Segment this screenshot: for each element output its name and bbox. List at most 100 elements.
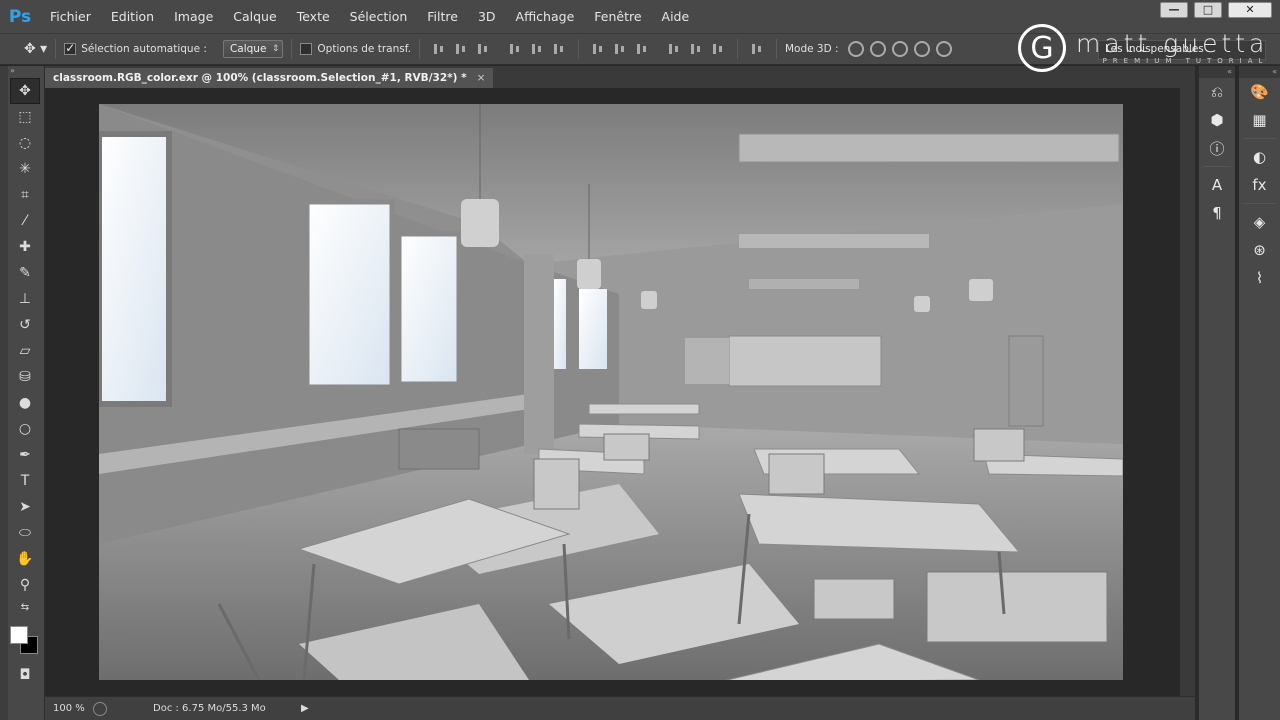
align-vcenter-icon[interactable] [454, 42, 468, 56]
panel-separator [1203, 166, 1231, 167]
adjustments-panel-icon[interactable]: ◐ [1239, 143, 1280, 171]
properties-3d-panel-icon[interactable]: ⬢ [1199, 106, 1235, 134]
dodge-tool-icon[interactable]: ○ [10, 416, 40, 442]
info-panel-icon[interactable]: ⓘ [1199, 134, 1235, 162]
divider [291, 39, 293, 59]
eraser-tool-icon[interactable]: ▱ [10, 338, 40, 364]
brush-tool-icon[interactable]: ✎ [10, 260, 40, 286]
classroom-render [99, 104, 1123, 680]
character-panel-icon[interactable]: A [1199, 171, 1235, 199]
brand-logo: G [1018, 24, 1066, 72]
ellipse-tool-icon[interactable]: ⬭ [10, 520, 40, 546]
mode3d-label: Mode 3D : [784, 43, 839, 55]
align-hcenter-icon[interactable] [530, 42, 544, 56]
align-left-icon[interactable] [508, 42, 522, 56]
canvas-area[interactable] [45, 88, 1180, 696]
panel-separator [1243, 203, 1276, 204]
marquee-tool-icon[interactable]: ⬚ [10, 104, 40, 130]
color-panel-icon[interactable]: 🎨 [1239, 78, 1280, 106]
menu-aide[interactable]: Aide [652, 0, 700, 33]
zoom-level[interactable]: 100 % [45, 703, 93, 714]
stamp-tool-icon[interactable]: ⊥ [10, 286, 40, 312]
brand-watermark: G matt guetta PREMIUM TUTORIAL [1018, 24, 1268, 72]
type-tool-icon[interactable]: T [10, 468, 40, 494]
close-button[interactable]: ✕ [1228, 2, 1272, 18]
status-bar: 100 % Doc : 6.75 Mo/55.3 Mo ▶ [45, 696, 1195, 720]
crop-tool-icon[interactable]: ⌗ [10, 182, 40, 208]
window-controls: — □ ✕ [1160, 2, 1272, 18]
brand-name: matt guetta [1076, 29, 1269, 58]
menu-affichage[interactable]: Affichage [506, 0, 585, 33]
path-selection-tool-icon[interactable]: ➤ [10, 494, 40, 520]
slide-3d-icon[interactable] [913, 41, 930, 57]
swatches-panel-icon[interactable]: ▦ [1239, 106, 1280, 134]
brand-subtitle: PREMIUM TUTORIAL [1102, 57, 1269, 65]
magic-wand-tool-icon[interactable]: ✳ [10, 156, 40, 182]
layers-panel-icon[interactable]: ◈ [1239, 208, 1280, 236]
distribute-hcenter-icon[interactable] [689, 42, 703, 56]
menu-3d[interactable]: 3D [468, 0, 506, 33]
pan-3d-icon[interactable] [891, 41, 908, 57]
eyedropper-tool-icon[interactable]: ⁄ [10, 208, 40, 234]
panel-separator [1243, 138, 1276, 139]
align-right-icon[interactable] [552, 42, 566, 56]
orbit-3d-icon[interactable] [847, 41, 864, 57]
distribute-left-icon[interactable] [667, 42, 681, 56]
hand-tool-icon[interactable]: ✋ [10, 546, 40, 572]
bucket-tool-icon[interactable]: ⛁ [10, 364, 40, 390]
vertical-scrollbar[interactable] [1180, 88, 1195, 696]
auto-select-dropdown[interactable]: Calque [222, 40, 284, 58]
menu-texte[interactable]: Texte [287, 0, 340, 33]
align-top-icon[interactable] [432, 42, 446, 56]
pen-tool-icon[interactable]: ✒ [10, 442, 40, 468]
tools-panel: » ✥ ⬚ ◌ ✳ ⌗ ⁄ ✚ ✎ ⊥ ↺ ▱ ⛁ ● ○ ✒ T ➤ ⬭ ✋ ⚲ ⇆ ◘ [8, 66, 45, 720]
panel-dock-b: « 🎨 ▦ ◐ fx ◈ ⊛ ⌇ [1237, 66, 1280, 720]
channels-panel-icon[interactable]: ⊛ [1239, 236, 1280, 264]
align-bottom-icon[interactable] [476, 42, 490, 56]
maximize-button[interactable]: □ [1194, 2, 1222, 18]
distribute-top-icon[interactable] [591, 42, 605, 56]
camera-3d-icon[interactable] [935, 41, 952, 57]
menu-fichier[interactable]: Fichier [40, 0, 101, 33]
zoom-tool-icon[interactable]: ⚲ [10, 572, 40, 598]
auto-select-checkbox[interactable] [64, 41, 77, 55]
history-panel-icon[interactable]: ⎌ [1199, 78, 1235, 106]
blur-tool-icon[interactable]: ● [10, 390, 40, 416]
transform-label: Options de transf. [317, 43, 411, 55]
paths-panel-icon[interactable]: ⌇ [1239, 264, 1280, 292]
distribute-bottom-icon[interactable] [635, 42, 649, 56]
quick-mask-icon[interactable]: ◘ [10, 662, 40, 688]
panel-dock-a: « ⎌ ⬢ ⓘ A ¶ [1198, 66, 1235, 720]
lasso-tool-icon[interactable]: ◌ [10, 130, 40, 156]
menu-selection[interactable]: Sélection [340, 0, 418, 33]
menu-filtre[interactable]: Filtre [417, 0, 468, 33]
roll-3d-icon[interactable] [869, 41, 886, 57]
swap-colors-icon[interactable]: ⇆ [10, 598, 40, 616]
status-menu-arrow-icon[interactable]: ▶ [301, 703, 309, 714]
distribute-right-icon[interactable] [711, 42, 725, 56]
document-tab[interactable]: classroom.RGB_color.exr @ 100% (classroo… [45, 68, 494, 88]
auto-select-option[interactable]: Sélection automatique : [64, 33, 207, 65]
document-image[interactable] [99, 104, 1123, 680]
menu-edition[interactable]: Edition [101, 0, 164, 33]
minimize-button[interactable]: — [1160, 2, 1188, 18]
divider [55, 39, 57, 59]
foreground-color[interactable] [10, 626, 28, 644]
move-tool-preset[interactable]: ✥ ▾ [0, 33, 47, 65]
history-brush-tool-icon[interactable]: ↺ [10, 312, 40, 338]
menu-image[interactable]: Image [164, 0, 223, 33]
auto-align-icon[interactable] [750, 42, 764, 56]
photoshop-logo: Ps [8, 6, 32, 27]
distribute-vcenter-icon[interactable] [613, 42, 627, 56]
menu-calque[interactable]: Calque [223, 0, 286, 33]
styles-panel-icon[interactable]: fx [1239, 171, 1280, 199]
status-info-icon[interactable] [93, 701, 107, 716]
menu-fenetre[interactable]: Fenêtre [584, 0, 651, 33]
transform-option[interactable]: Options de transf. [300, 33, 411, 65]
paragraph-panel-icon[interactable]: ¶ [1199, 199, 1235, 227]
move-tool-icon[interactable]: ✥ [10, 78, 40, 104]
collapse-toolbar-icon[interactable]: » [8, 66, 44, 78]
close-tab-icon[interactable]: × [477, 68, 486, 88]
healing-brush-tool-icon[interactable]: ✚ [10, 234, 40, 260]
transform-checkbox[interactable] [300, 43, 313, 55]
